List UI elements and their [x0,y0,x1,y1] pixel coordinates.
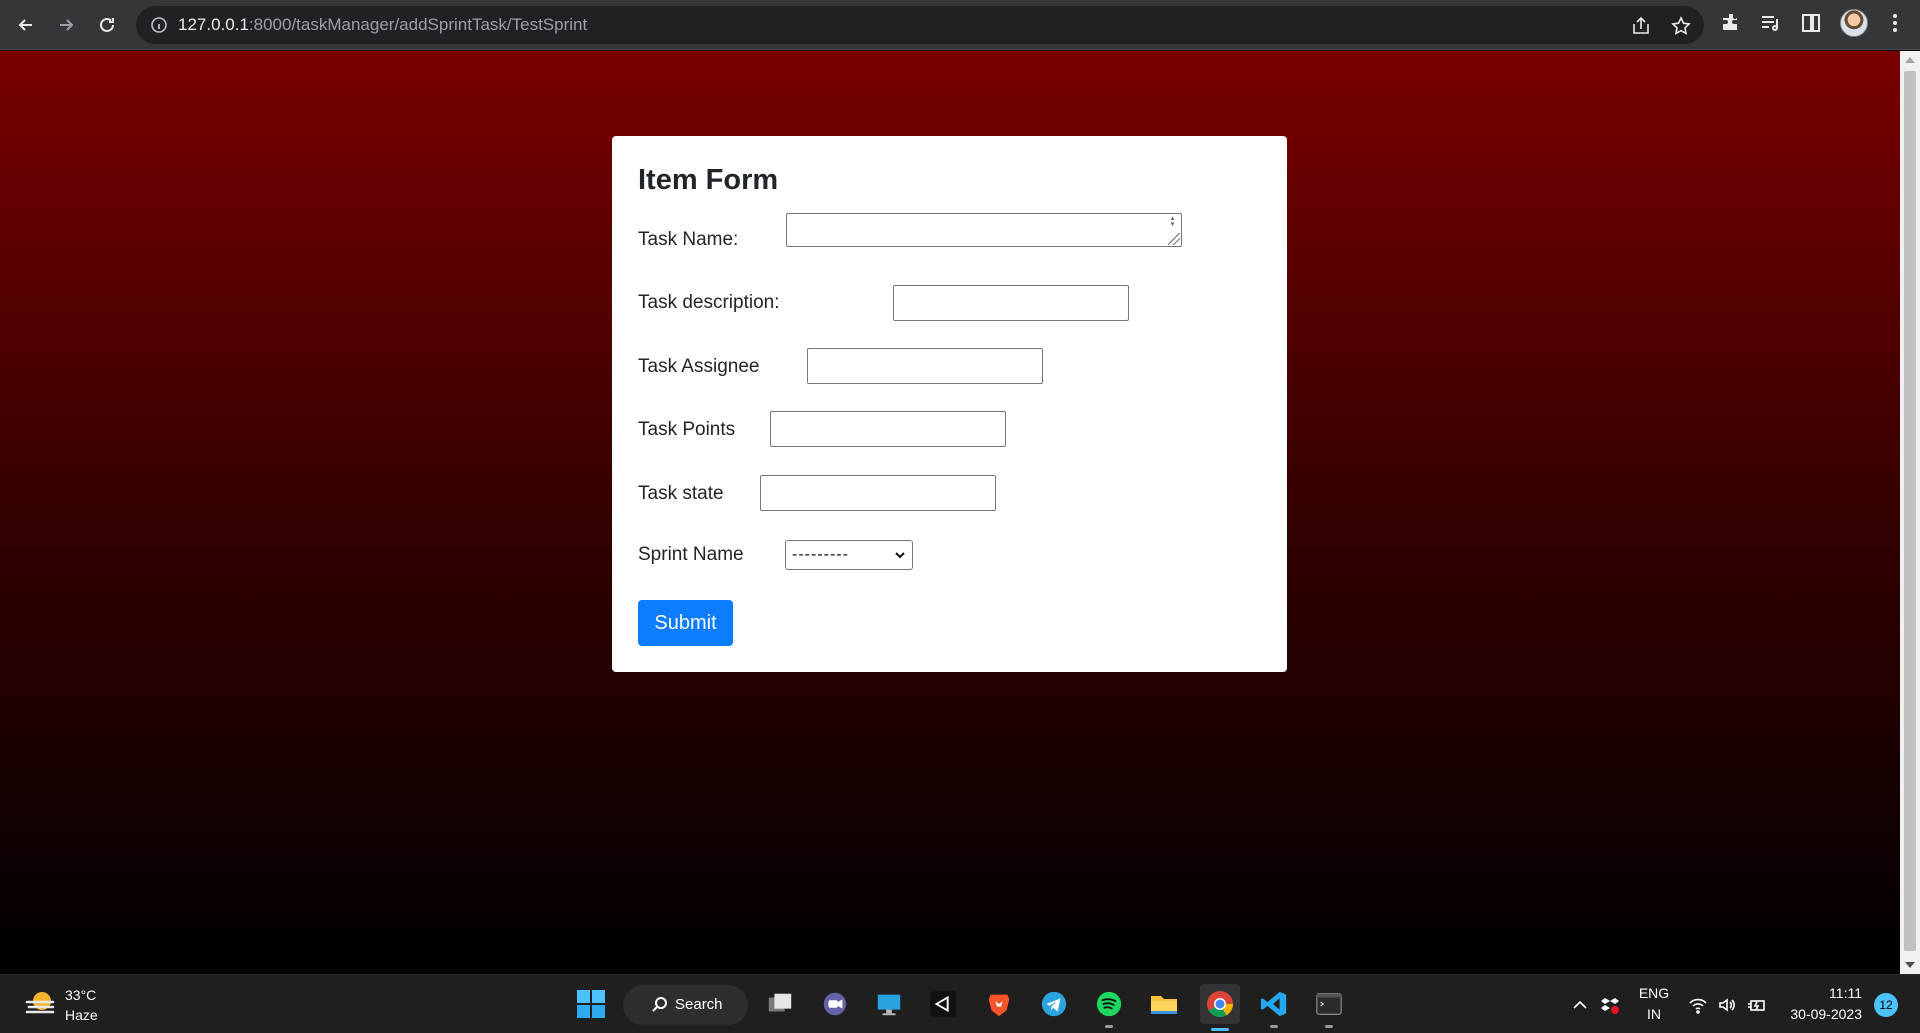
textarea-spin-icon: ▴ ▾ [1170,215,1175,228]
task-description-input[interactable] [893,285,1129,321]
reload-icon[interactable] [91,9,123,41]
task-points-input[interactable] [770,411,1006,447]
page-background: Item Form Task Name: ▴ ▾ Task description… [0,51,1900,974]
info-icon[interactable] [150,16,168,34]
extensions-icon[interactable] [1720,11,1744,35]
chevron-down-icon [895,552,905,559]
task-view-icon[interactable] [763,987,797,1021]
task-name-label: Task Name: [638,229,739,250]
scroll-thumb[interactable] [1904,71,1916,951]
media-control-icon[interactable] [1759,11,1783,35]
back-icon[interactable] [10,9,42,41]
bookmark-star-icon[interactable] [1670,15,1692,37]
clock-time[interactable]: 11:11 [1782,985,1862,1001]
volume-icon[interactable] [1717,995,1737,1015]
browser-toolbar: 127.0.0.1:8000/taskManager/addSprintTask… [0,0,1920,50]
search-icon [652,997,667,1012]
weather-haze-icon[interactable] [24,989,56,1019]
wifi-icon[interactable] [1688,995,1708,1015]
scroll-down-icon[interactable] [1905,962,1915,968]
forward-icon[interactable] [50,9,82,41]
task-state-input[interactable] [760,475,996,511]
task-assignee-label: Task Assignee [638,356,760,377]
telegram-icon[interactable] [1037,987,1071,1021]
weather-temperature[interactable]: 33°C [65,987,96,1003]
taskbar-search[interactable]: Search [623,985,748,1025]
form-title: Item Form [638,164,779,196]
item-form-card: Item Form Task Name: ▴ ▾ Task description… [612,136,1287,672]
submit-button[interactable]: Submit [638,600,733,646]
teams-chat-icon[interactable] [818,987,852,1021]
vscode-icon[interactable] [1257,987,1291,1028]
spotify-icon[interactable] [1092,987,1126,1028]
side-panel-icon[interactable] [1799,11,1823,35]
resize-grip-icon[interactable] [1168,233,1180,245]
language-indicator[interactable]: ENG [1636,985,1672,1001]
sprint-name-select[interactable]: --------- [785,540,913,570]
task-points-label: Task Points [638,419,736,440]
file-explorer-icon[interactable] [1147,987,1181,1021]
remote-desktop-icon[interactable] [872,987,906,1021]
windows-logo-icon [577,990,605,1018]
task-description-label: Task description: [638,292,780,313]
start-button[interactable] [574,987,608,1021]
language-region[interactable]: IN [1636,1006,1672,1022]
address-bar[interactable]: 127.0.0.1:8000/taskManager/addSprintTask… [136,6,1704,44]
url-text[interactable]: 127.0.0.1:8000/taskManager/addSprintTask… [178,6,587,44]
sprint-name-label: Sprint Name [638,544,744,565]
clock-date[interactable]: 30-09-2023 [1782,1006,1862,1022]
dropbox-sync-icon[interactable] [1600,995,1620,1015]
scroll-up-icon[interactable] [1905,57,1915,63]
task-state-label: Task state [638,483,724,504]
terminal-icon[interactable] [1312,987,1346,1028]
share-icon[interactable] [1630,15,1652,37]
vertical-scrollbar[interactable] [1900,51,1920,974]
brave-browser-icon[interactable] [982,987,1016,1021]
chevron-up-icon[interactable] [1570,995,1590,1015]
avatar[interactable] [1840,9,1868,37]
unity-hub-icon[interactable] [926,987,960,1021]
task-assignee-input[interactable] [807,348,1043,384]
weather-description[interactable]: Haze [65,1007,98,1023]
taskbar: 33°C Haze Search ENG IN 11:11 30-09-2023… [0,974,1920,1033]
battery-charging-icon[interactable] [1746,995,1766,1015]
task-name-textarea[interactable]: ▴ ▾ [786,213,1182,247]
notification-badge[interactable]: 12 [1874,993,1898,1017]
chrome-icon[interactable] [1200,984,1240,1031]
menu-kebab-icon[interactable] [1883,11,1907,35]
